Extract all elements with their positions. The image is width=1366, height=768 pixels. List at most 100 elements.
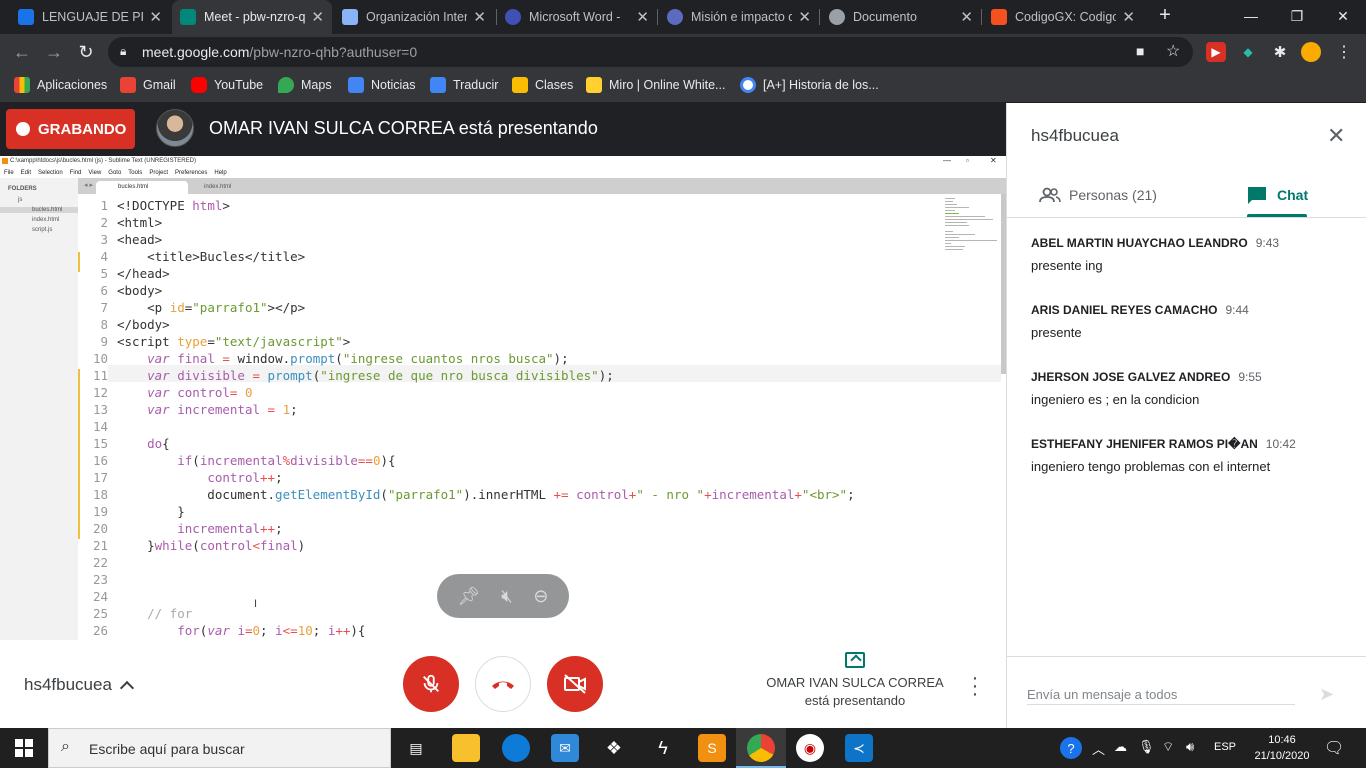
star-icon[interactable]: ☆ [1166,41,1180,61]
windows-icon [15,739,33,757]
line-number: 20 [92,521,108,536]
extension-icon[interactable]: ◆ [1238,42,1258,62]
start-button[interactable] [0,728,48,768]
browser-tab[interactable]: LENGUAJE DE PROGRAMACIÓN ✕ [10,0,170,34]
language-indicator[interactable]: ESP [1214,741,1236,753]
close-icon[interactable]: ✕ [798,8,811,26]
more-options-icon[interactable]: · · · [965,668,985,704]
browser-tab-active[interactable]: Meet - pbw-nzro-qhb ✕ [172,0,332,34]
bookmark-maps[interactable]: Maps [278,77,332,93]
line-number: 22 [92,555,108,570]
help-icon[interactable]: ? [1060,737,1082,759]
bookmark-apps[interactable]: Aplicaciones [14,77,107,93]
restore-icon[interactable]: ❐ [1274,0,1320,32]
bookmark-miro[interactable]: Miro | Online White... [586,77,725,93]
taskbar-active-app[interactable] [736,728,786,768]
message-author: ABEL MARTIN HUAYCHAO LEANDRO [1031,236,1248,250]
menu-icon[interactable]: ⋮ [1334,42,1354,62]
close-icon[interactable]: ✕ [1122,8,1135,26]
bookmark-news[interactable]: Noticias [348,77,415,93]
app-icon[interactable]: ◉ [796,734,824,762]
tab-people[interactable]: Personas (21) [1039,173,1157,217]
message-author: JHERSON JOSE GALVEZ ANDREO [1031,370,1231,384]
clock[interactable]: 10:46 21/10/2020 [1250,732,1314,764]
wifi-icon[interactable]: ⌔ [1162,739,1174,755]
notifications-icon[interactable]: 🗨︎ [1324,738,1344,758]
forward-icon[interactable]: → [42,40,66,64]
dropbox-icon[interactable]: ❖ [600,734,628,762]
chat-composer: ➤ [1007,656,1366,728]
chat-message: JHERSON JOSE GALVEZ ANDREO 9:55 ingeniero… [1031,368,1351,407]
extension-icon[interactable]: ▶ [1206,42,1226,62]
avatar[interactable] [1301,42,1321,62]
sublime-icon[interactable]: S [698,734,726,762]
line-number: 25 [92,606,108,621]
minimize-icon[interactable]: — [1228,0,1274,32]
meeting-details-toggle[interactable]: hs4fbucuea [24,675,134,696]
close-icon[interactable]: ✕ [311,8,324,26]
browser-tab[interactable]: CodigoGX: Codigo ✕ [983,0,1143,34]
browser-tab[interactable]: Documento ✕ [821,0,981,34]
bookmark-classes[interactable]: Clases [512,77,573,93]
close-icon[interactable]: ✕ [960,8,973,26]
chevron-up-icon[interactable]: ︿ [1092,739,1105,758]
back-icon[interactable]: ← [10,40,34,64]
chat-message: ESTHEFANY JHENIFER RAMOS PI�AN 10:42 inge… [1031,435,1351,474]
edge-icon[interactable] [502,734,530,762]
code-line: var divisible = prompt("ingrese de que n… [147,368,614,383]
sublime-sidebar: FOLDERS js bucles.html index.html script… [0,178,78,640]
close-icon[interactable]: ✕ [636,8,649,26]
vscode-icon[interactable]: ≺ [845,734,873,762]
line-number: 13 [92,402,108,417]
message-author: ESTHEFANY JHENIFER RAMOS PI�AN [1031,437,1258,451]
bookmark-translate[interactable]: Traducir [430,77,498,93]
line-number: 11 [92,368,108,383]
bookmark-gmail[interactable]: Gmail [120,77,176,93]
close-icon[interactable]: ✕ [473,8,486,26]
address-bar[interactable]: 🔒︎ meet.google.com/pbw-nzro-qhb?authuser… [108,37,1193,67]
pin-icon[interactable]: 📌︎ [457,586,480,607]
tab-label: Chat [1277,187,1309,203]
mail-icon[interactable]: ✉ [551,734,579,762]
close-icon[interactable]: ✕ [1327,123,1345,149]
leave-call-button[interactable] [475,656,531,712]
bookmark-history[interactable]: [A+] Historia de los... [740,77,879,93]
chat-input[interactable] [1027,685,1295,705]
puzzle-icon[interactable]: ✱ [1270,42,1290,62]
bookmark-youtube[interactable]: YouTube [191,77,263,93]
file-explorer-icon[interactable] [452,734,480,762]
file-item: index.html [32,217,60,223]
app-icon[interactable]: ϟ [649,734,677,762]
restore-icon: ▫ [966,156,969,165]
line-number: 18 [92,487,108,502]
sublime-menu: File Edit Selection Find View Goto Tools… [0,168,1006,178]
new-tab-button[interactable]: + [1152,4,1178,30]
cloud-icon[interactable]: ☁ [1114,739,1127,755]
volume-icon[interactable]: 🔊︎ [1186,739,1194,755]
browser-tab-strip: LENGUAJE DE PROGRAMACIÓN ✕ Meet - pbw-nz… [0,0,1366,34]
minimize-icon: — [943,156,951,165]
browser-tab[interactable]: Microsoft Word - ✕ [497,0,657,34]
clock-time: 10:46 [1268,734,1296,746]
mute-icon[interactable]: 🔇︎ [501,586,512,607]
camera-icon[interactable]: ■ [1136,43,1144,59]
code-line: <!DOCTYPE html> [117,198,230,213]
presenting-indicator[interactable]: OMAR IVAN SULCA CORREA está presentando [760,652,950,710]
blogger-icon [991,9,1007,25]
microphone-icon[interactable]: 🎙︎ [1138,739,1155,755]
code-line: // for [147,606,193,621]
close-icon[interactable]: ✕ [149,8,162,26]
camera-off-button[interactable] [547,656,603,712]
google-icon [740,77,756,93]
browser-tab[interactable]: Organización Internacional ✕ [334,0,494,34]
close-window-icon[interactable]: ✕ [1320,0,1366,32]
send-icon[interactable]: ➤ [1319,684,1334,705]
tab-chat[interactable]: Chat [1247,173,1308,217]
taskbar-search[interactable]: ⌕ Escribe aquí para buscar [48,728,391,768]
remove-icon[interactable]: ⊖ [533,586,548,607]
task-view-icon[interactable]: ▤ [402,734,430,762]
mic-off-button[interactable] [403,656,459,712]
browser-tab[interactable]: Misión e impacto de ✕ [659,0,819,34]
tab-title: Microsoft Word - [529,10,621,24]
reload-icon[interactable]: ↻ [74,40,98,64]
